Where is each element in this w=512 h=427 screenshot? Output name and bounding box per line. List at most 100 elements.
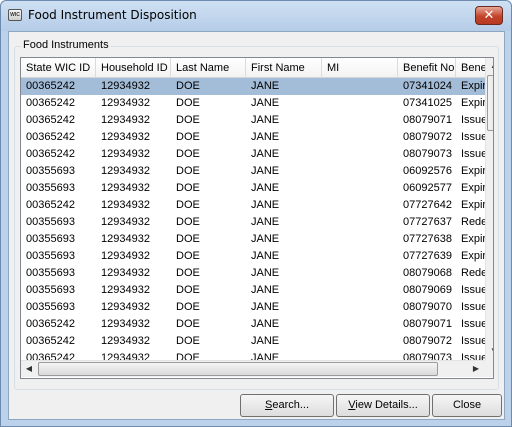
scroll-up-arrow-icon[interactable]: ▲ <box>486 58 493 74</box>
table-row[interactable]: 00355693 12934932 DOE JANE 08079068 Redee <box>21 265 493 282</box>
table-cell <box>322 197 398 214</box>
close-button[interactable]: Close <box>432 394 502 417</box>
search-label: earch... <box>272 399 310 411</box>
table-cell: 00355693 <box>26 284 75 296</box>
table-row[interactable]: 00355693 12934932 DOE JANE 06092577 Expire <box>21 180 492 197</box>
table-cell: DOE <box>176 335 200 347</box>
horizontal-scrollbar[interactable]: ◀ ▶ <box>21 360 485 377</box>
table-cell: 07341025 <box>403 97 452 109</box>
dialog-window: WIC Food Instrument Disposition ✕ Food I… <box>0 0 512 427</box>
table-cell: 12934932 <box>101 335 150 347</box>
table-cell: 00355693 <box>26 233 75 245</box>
table-cell: 00365242 <box>26 335 75 347</box>
table-cell: DOE <box>176 97 200 109</box>
table-cell: 12934932 <box>101 97 150 109</box>
table-row[interactable]: 00365242 12934932 DOE JANE 08079073 Issue <box>21 146 487 163</box>
vertical-scroll-thumb[interactable] <box>487 75 493 131</box>
list-header: State WIC ID Household ID Last Name Firs… <box>21 58 489 78</box>
view-details-label: iew Details... <box>355 399 418 411</box>
column-header-benefit-no[interactable]: Benefit No <box>398 58 456 78</box>
table-cell <box>322 333 398 350</box>
table-cell: DOE <box>176 80 200 92</box>
table-row[interactable]: 00355693 12934932 DOE JANE 07727638 Expire <box>21 231 492 248</box>
table-cell: 00355693 <box>26 165 75 177</box>
table-row[interactable]: 00365242 12934932 DOE JANE 07341024 Expire <box>21 78 492 95</box>
search-button[interactable]: Search... <box>240 394 334 417</box>
title-bar[interactable]: WIC Food Instrument Disposition ✕ <box>1 1 511 31</box>
table-cell: JANE <box>251 165 280 177</box>
table-row[interactable]: 00365242 12934932 DOE JANE 07341025 Expire <box>21 95 492 112</box>
table-cell: DOE <box>176 318 200 330</box>
window-close-button[interactable]: ✕ <box>475 6 503 25</box>
table-row[interactable]: 00355693 12934932 DOE JANE 06092576 Expire <box>21 163 492 180</box>
table-cell: 08079071 <box>403 318 452 330</box>
table-cell: DOE <box>176 267 200 279</box>
vertical-scrollbar[interactable]: ▲ ▼ <box>485 58 493 360</box>
table-cell: JANE <box>251 318 280 330</box>
table-cell: DOE <box>176 165 200 177</box>
horizontal-scroll-thumb[interactable] <box>38 362 438 376</box>
table-row[interactable]: 00365242 12934932 DOE JANE 08079071 Issue <box>21 316 487 333</box>
food-instruments-list[interactable]: State WIC ID Household ID Last Name Firs… <box>20 57 494 379</box>
table-cell: 12934932 <box>101 199 150 211</box>
table-cell: 00355693 <box>26 267 75 279</box>
table-cell: JANE <box>251 182 280 194</box>
table-cell: DOE <box>176 131 200 143</box>
scroll-down-arrow-icon[interactable]: ▼ <box>486 343 493 359</box>
table-cell: 00365242 <box>26 97 75 109</box>
table-cell: 00365242 <box>26 199 75 211</box>
scroll-right-arrow-icon[interactable]: ▶ <box>468 361 484 377</box>
table-cell <box>322 95 398 112</box>
table-cell: 12934932 <box>101 301 150 313</box>
table-cell: JANE <box>251 80 280 92</box>
column-header-last-name[interactable]: Last Name <box>171 58 246 78</box>
table-cell: 06092577 <box>403 182 452 194</box>
table-cell: JANE <box>251 267 280 279</box>
table-cell: 12934932 <box>101 165 150 177</box>
column-header-first-name[interactable]: First Name <box>246 58 322 78</box>
table-cell: 08079071 <box>403 114 452 126</box>
table-row[interactable]: 00355693 12934932 DOE JANE 08079070 Issue <box>21 299 487 316</box>
table-cell: 08079070 <box>403 301 452 313</box>
table-row[interactable]: 00365242 12934932 DOE JANE 08079072 Issue <box>21 333 487 350</box>
view-details-button[interactable]: View Details... <box>336 394 430 417</box>
table-row[interactable]: 00355693 12934932 DOE JANE 07727637 Redee <box>21 214 493 231</box>
food-instruments-group: Food Instruments State WIC ID Household … <box>14 39 499 390</box>
table-cell: DOE <box>176 199 200 211</box>
column-header-mi[interactable]: MI <box>322 58 398 78</box>
table-cell: 12934932 <box>101 131 150 143</box>
table-cell: 07727639 <box>403 250 452 262</box>
table-cell <box>322 248 398 265</box>
table-cell: JANE <box>251 199 280 211</box>
table-cell: DOE <box>176 250 200 262</box>
table-row[interactable]: 00355693 12934932 DOE JANE 08079069 Issue <box>21 282 487 299</box>
table-cell: JANE <box>251 233 280 245</box>
table-cell: 07727638 <box>403 233 452 245</box>
table-row[interactable]: 00365242 12934932 DOE JANE 08079071 Issue <box>21 112 487 129</box>
table-cell: 00365242 <box>26 80 75 92</box>
table-cell <box>322 316 398 333</box>
table-row[interactable]: 00365242 12934932 DOE JANE 08079072 Issue <box>21 129 487 146</box>
table-cell: 00355693 <box>26 301 75 313</box>
table-cell: 12934932 <box>101 250 150 262</box>
table-row[interactable]: 00355693 12934932 DOE JANE 07727639 Expire <box>21 248 492 265</box>
table-cell: 00365242 <box>26 114 75 126</box>
table-cell: JANE <box>251 335 280 347</box>
table-cell: 00365242 <box>26 318 75 330</box>
scroll-left-arrow-icon[interactable]: ◀ <box>21 361 37 377</box>
column-header-state-wic-id[interactable]: State WIC ID <box>21 58 96 78</box>
table-cell: 00365242 <box>26 148 75 160</box>
table-cell: 08079069 <box>403 284 452 296</box>
table-cell: 07341024 <box>403 80 452 92</box>
table-cell: DOE <box>176 216 200 228</box>
table-row[interactable]: 00365242 12934932 DOE JANE 07727642 Expire <box>21 197 492 214</box>
table-cell: JANE <box>251 250 280 262</box>
table-cell: JANE <box>251 114 280 126</box>
group-label: Food Instruments <box>21 39 111 51</box>
table-cell: 08079072 <box>403 335 452 347</box>
table-cell: 07727642 <box>403 199 452 211</box>
table-cell: 06092576 <box>403 165 452 177</box>
table-cell: 12934932 <box>101 148 150 160</box>
table-cell: 00355693 <box>26 250 75 262</box>
column-header-household-id[interactable]: Household ID <box>96 58 171 78</box>
